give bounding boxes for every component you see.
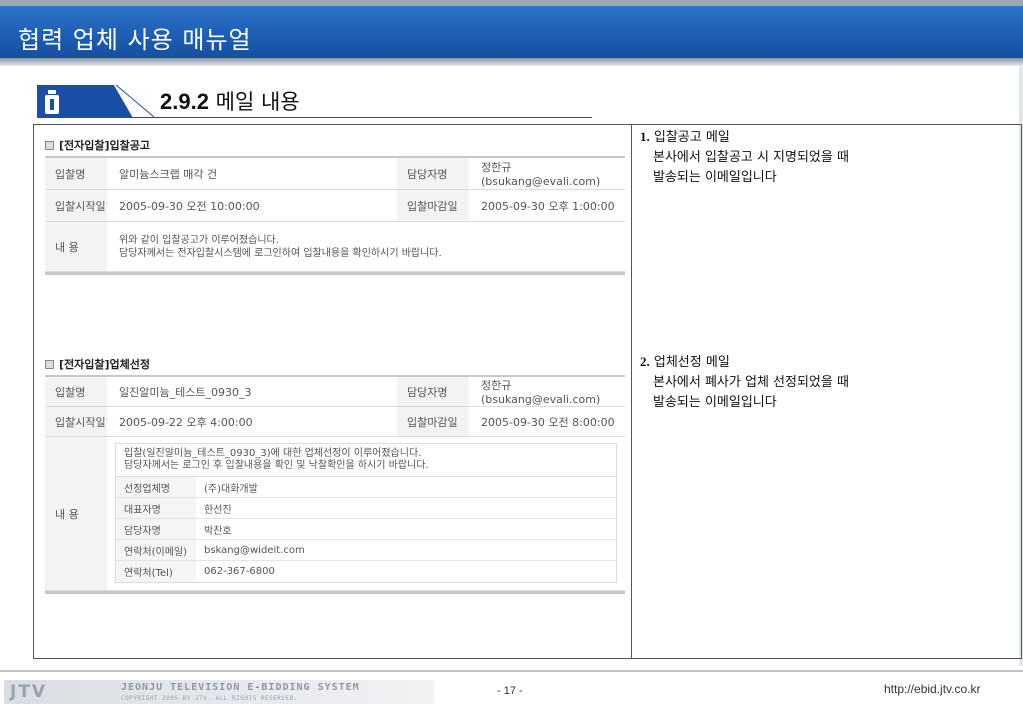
selection-message: 입찰(일진알미늄_테스트_0930_3)에 대한 업체선정이 이루어졌습니다. … <box>116 444 616 477</box>
row-label: 담당자명 <box>397 158 469 189</box>
message-line: 입찰(일진알미늄_테스트_0930_3)에 대한 업체선정이 이루어졌습니다. <box>124 448 422 459</box>
detail-row: 담당자명 박찬호 <box>116 519 616 540</box>
content-area: 입찰(일진알미늄_테스트_0930_3)에 대한 업체선정이 이루어졌습니다. … <box>107 437 625 590</box>
footer-copyright: COPYRIGHT 2005 BY JTV. ALL RIGHTS RESERV… <box>121 695 298 702</box>
table-row: 입찰시작일 2005-09-30 오전 10:00:00 입찰마감일 2005-… <box>45 190 625 222</box>
row-label: 내 용 <box>45 222 107 271</box>
row-label: 담당자명 <box>397 377 469 406</box>
table-row: 입찰시작일 2005-09-22 오후 4:00:00 입찰마감일 2005-0… <box>45 407 625 437</box>
mail-footer-bar <box>45 591 625 594</box>
description-bid-notice: 1. 입찰공고 메일 본사에서 입찰공고 시 지명되었을 때 발송되는 이메일입… <box>640 127 849 188</box>
content-line: 담당자께서는 전자입찰시스템에 로그인하여 입찰내용을 확인하시기 바랍니다. <box>119 247 442 259</box>
row-value: 알미늄스크랩 매각 건 <box>119 167 218 181</box>
mail-title: [전자입찰]입찰공고 <box>59 139 151 152</box>
header-shadow <box>0 58 1023 66</box>
description-line: 본사에서 입찰공고 시 지명되었을 때 <box>653 150 849 165</box>
detail-value: 박찬호 <box>204 525 232 537</box>
frame-divider <box>631 124 632 659</box>
square-bullet-icon <box>45 359 54 369</box>
mail-footer-bar <box>45 272 625 275</box>
description-title-text: 입찰공고 메일 <box>653 130 730 145</box>
row-label: 입찰시작일 <box>45 407 107 436</box>
description-title-text: 업체선정 메일 <box>653 355 730 370</box>
description-line: 본사에서 폐사가 업체 선정되었을 때 <box>653 375 849 390</box>
description-title: 1. 입찰공고 메일 <box>640 127 849 148</box>
row-value: 정한규(bsukang@evali.com) <box>481 161 601 188</box>
selection-detail-box: 입찰(일진알미늄_테스트_0930_3)에 대한 업체선정이 이루어졌습니다. … <box>115 443 617 583</box>
row-value: 2005-09-30 오전 8:00:00 <box>481 415 615 429</box>
row-label: 입찰시작일 <box>45 190 107 221</box>
detail-row: 연락처(Tel) 062-367-6800 <box>116 561 616 582</box>
row-label: 내 용 <box>45 437 107 590</box>
row-value: 2005-09-30 오후 1:00:00 <box>481 199 615 213</box>
square-bullet-icon <box>45 140 54 150</box>
section-number: 2.9.2 <box>160 89 209 114</box>
row-value: 2005-09-30 오전 10:00:00 <box>119 199 260 213</box>
description-line: 발송되는 이메일입니다 <box>653 395 777 410</box>
info-bottle-icon <box>45 90 59 114</box>
detail-label: 선정업체명 <box>116 477 196 497</box>
detail-label: 담당자명 <box>116 519 196 539</box>
description-number: 2. <box>640 354 650 369</box>
detail-value: 062-367-6800 <box>204 566 275 577</box>
table-row-content: 내 용 위와 같이 입찰공고가 이루어졌습니다. 담당자께서는 전자입찰시스템에… <box>45 222 625 272</box>
table-row-content: 내 용 입찰(일진알미늄_테스트_0930_3)에 대한 업체선정이 이루어졌습… <box>45 437 625 591</box>
page-number: - 17 - <box>497 685 523 697</box>
table-row: 입찰명 일진알미늄_테스트_0930_3 담당자명 정한규(bsukang@ev… <box>45 377 625 407</box>
section-title: 메일 내용 <box>215 90 300 114</box>
content-text: 위와 같이 입찰공고가 이루어졌습니다. 담당자께서는 전자입찰시스템에 로그인… <box>107 222 625 271</box>
detail-row: 대표자명 한선진 <box>116 498 616 519</box>
mail-bid-notice: [전자입찰]입찰공고 입찰명 알미늄스크랩 매각 건 담당자명 정한규(bsuk… <box>45 134 625 275</box>
footer-line <box>0 670 1023 672</box>
description-title: 2. 업체선정 메일 <box>640 352 849 373</box>
description-vendor-selection: 2. 업체선정 메일 본사에서 폐사가 업체 선정되었을 때 발송되는 이메일입… <box>640 352 849 413</box>
row-label: 입찰마감일 <box>397 190 469 221</box>
section-heading: 2.9.2 메일 내용 <box>160 86 300 116</box>
row-value: 일진알미늄_테스트_0930_3 <box>119 385 252 399</box>
mail-vendor-selection: [전자입찰]업체선정 입찰명 일진알미늄_테스트_0930_3 담당자명 정한규… <box>45 353 625 594</box>
content-line: 위와 같이 입찰공고가 이루어졌습니다. <box>119 234 279 246</box>
message-line: 담당자께서는 로그인 후 입찰내용을 확인 및 낙찰확인을 하시기 바랍니다. <box>124 460 429 471</box>
row-label: 입찰명 <box>45 377 107 406</box>
header-banner: 협력 업체 사용 매뉴얼 <box>0 6 1023 58</box>
page-title: 협력 업체 사용 매뉴얼 <box>18 26 252 54</box>
detail-value: 한선진 <box>204 504 232 516</box>
detail-value: bskang@wideit.com <box>204 544 305 556</box>
row-value: 2005-09-22 오후 4:00:00 <box>119 415 253 429</box>
detail-label: 연락처(Tel) <box>116 561 196 582</box>
mail-header: [전자입찰]입찰공고 <box>45 134 625 158</box>
jtv-logo: JTV <box>10 682 48 702</box>
mail-header: [전자입찰]업체선정 <box>45 353 625 377</box>
description-number: 1. <box>640 129 650 144</box>
mail-title: [전자입찰]업체선정 <box>59 358 151 371</box>
section-divider-slash <box>115 84 155 118</box>
description-line: 발송되는 이메일입니다 <box>653 170 777 185</box>
detail-value: (주)대화개발 <box>204 483 258 495</box>
row-value: 정한규(bsukang@evali.com) <box>481 379 601 406</box>
detail-row: 연락처(이메일) bskang@wideit.com <box>116 540 616 561</box>
detail-row: 선정업체명 (주)대화개발 <box>116 477 616 498</box>
detail-label: 대표자명 <box>116 498 196 518</box>
detail-label: 연락처(이메일) <box>116 540 196 560</box>
table-row: 입찰명 알미늄스크랩 매각 건 담당자명 정한규(bsukang@evali.c… <box>45 158 625 190</box>
row-label: 입찰마감일 <box>397 407 469 436</box>
section-underline <box>37 117 592 118</box>
footer-system-name: JEONJU TELEVISION E-BIDDING SYSTEM <box>121 682 360 693</box>
footer-url: http://ebid.jtv.co.kr <box>884 682 981 696</box>
row-label: 입찰명 <box>45 158 107 189</box>
